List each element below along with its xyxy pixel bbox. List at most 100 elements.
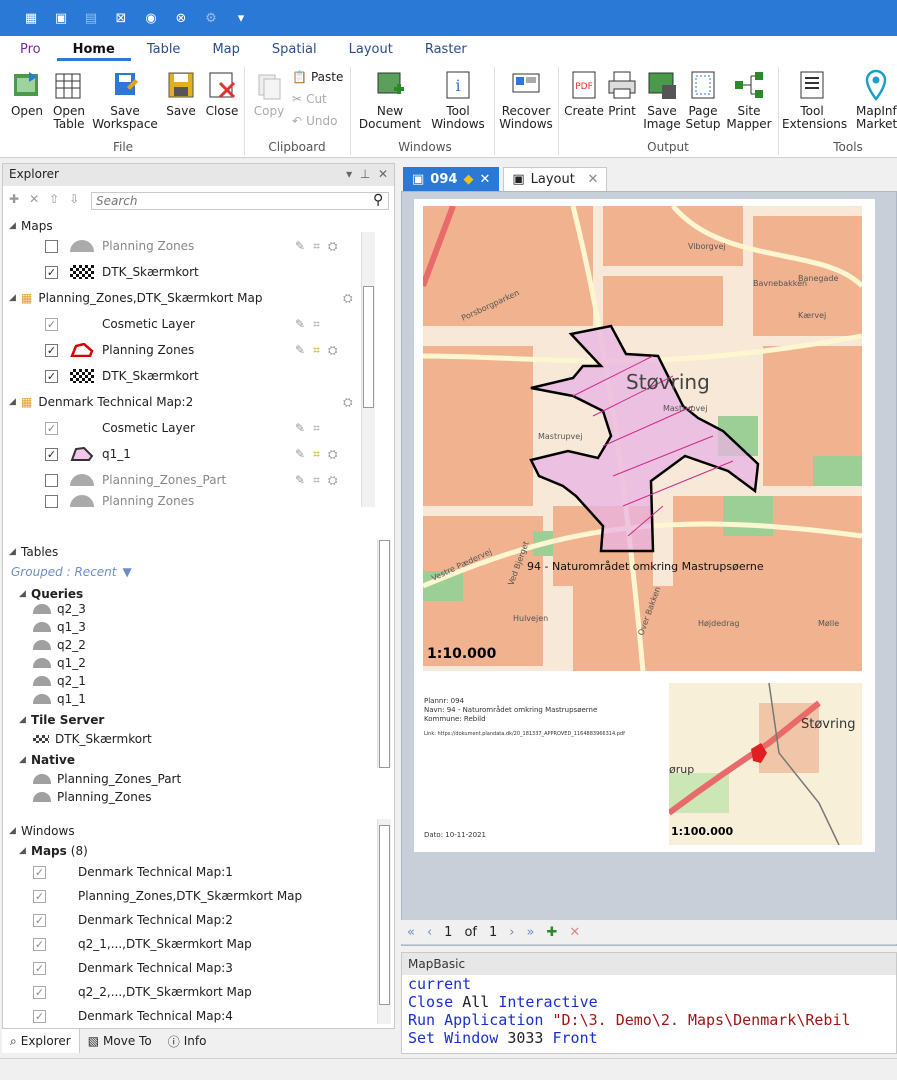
tab-layout[interactable]: ▣ Layout ✕ <box>503 167 608 191</box>
list-item[interactable]: Planning_Zones_Part <box>33 770 181 788</box>
list-item[interactable]: q1_2 <box>33 654 86 672</box>
open-button[interactable]: Open <box>8 69 46 118</box>
scrollbar-thumb[interactable] <box>379 540 390 768</box>
tab-094[interactable]: ▣ 094 ◆ ✕ <box>403 167 500 191</box>
save-button[interactable]: Save <box>164 69 198 118</box>
close-icon[interactable]: ✕ <box>378 167 388 181</box>
window-item[interactable]: ✓ Denmark Technical Map:1 <box>33 860 233 884</box>
mapbasic-editor[interactable]: current Close All Interactive Run Applicat… <box>402 975 896 1047</box>
next-page-icon[interactable]: › <box>509 925 514 940</box>
layer-checkbox[interactable]: ✓ <box>45 343 58 357</box>
layer-checkbox[interactable] <box>45 494 58 508</box>
select-icon[interactable]: ⌗ <box>313 447 320 462</box>
layer-row[interactable]: Planning Zones <box>45 494 194 508</box>
close-button[interactable]: Close <box>204 69 240 118</box>
tab-move-to[interactable]: ▧ Move To <box>80 1029 160 1053</box>
map-window-row[interactable]: ◢ ▦ Denmark Technical Map:2 <box>9 390 193 414</box>
layout-window[interactable]: Viborgvej Banegade Bavnebakken Kærvej Po… <box>401 191 897 946</box>
window-checkbox[interactable]: ✓ <box>33 865 46 879</box>
page-setup-button[interactable]: Page Setup <box>684 69 722 131</box>
save-image-button[interactable]: Save Image <box>642 69 682 131</box>
collapse-icon[interactable]: ◢ <box>9 547 21 557</box>
maps-scrollbar[interactable] <box>361 232 375 507</box>
window-checkbox[interactable]: ✓ <box>33 1009 46 1023</box>
select-icon[interactable]: ⌗ <box>313 343 320 358</box>
layer-checkbox[interactable]: ✓ <box>45 421 58 435</box>
list-item[interactable]: q2_3 <box>33 600 86 618</box>
close-table-icon[interactable]: ⊠ <box>110 7 132 29</box>
tables-scrollbar[interactable] <box>377 540 391 768</box>
map-window-row[interactable]: ◢ ▦ Planning_Zones,DTK_Skærmkort Map <box>9 286 263 310</box>
window-item[interactable]: ✓ Denmark Technical Map:4 <box>33 1004 233 1028</box>
copy-icon[interactable]: ▤ <box>80 7 102 29</box>
create-pdf-button[interactable]: PDF Create <box>564 69 604 118</box>
tool-windows-button[interactable]: i Tool Windows <box>428 69 488 131</box>
layer-checkbox[interactable]: ✓ <box>45 447 58 461</box>
edit-icon[interactable]: ✎ <box>295 473 305 488</box>
scrollbar-thumb[interactable] <box>363 286 374 408</box>
collapse-icon[interactable]: ◢ <box>19 755 31 765</box>
prev-page-icon[interactable]: ‹ <box>427 925 432 940</box>
edit-icon[interactable]: ✎ <box>295 343 305 358</box>
window-item[interactable]: ✓ q2_1,...,DTK_Skærmkort Map <box>33 932 252 956</box>
layer-checkbox[interactable] <box>45 473 58 487</box>
zoom-layer-icon[interactable]: ⛭ <box>343 291 353 306</box>
layer-row[interactable]: ✓ Cosmetic Layer <box>45 416 195 440</box>
select-icon[interactable]: ⌗ <box>313 473 320 488</box>
customize-dropdown-icon[interactable]: ▾ <box>230 7 252 29</box>
layer-checkbox[interactable]: ✓ <box>45 265 58 279</box>
inset-map-frame[interactable]: Støvring ørup 1:100.000 <box>669 683 862 845</box>
window-item[interactable]: ✓ Denmark Technical Map:3 <box>33 956 233 980</box>
tab-info[interactable]: ⓘ Info <box>160 1029 215 1053</box>
window-item[interactable]: ✓ Denmark Technical Map:2 <box>33 908 233 932</box>
layer-row[interactable]: ✓ Planning Zones <box>45 338 194 362</box>
window-checkbox[interactable]: ✓ <box>33 985 46 999</box>
main-map-frame[interactable]: Viborgvej Banegade Bavnebakken Kærvej Po… <box>423 206 862 671</box>
paste-button[interactable]: 📋 Paste <box>292 70 343 84</box>
tab-raster[interactable]: Raster <box>409 42 483 61</box>
layer-row[interactable]: Planning_Zones_Part <box>45 468 226 492</box>
select-icon[interactable]: ⌗ <box>313 317 320 332</box>
zoom-layer-icon[interactable]: ⛭ <box>328 473 338 488</box>
delete-page-icon[interactable]: ✕ <box>569 925 580 940</box>
zoom-layer-icon[interactable]: ⛭ <box>328 447 338 462</box>
collapse-icon[interactable]: ◢ <box>9 397 21 407</box>
select-icon[interactable]: ⌗ <box>313 239 320 254</box>
close-tab-icon[interactable]: ✕ <box>479 172 490 187</box>
list-item[interactable]: q2_1 <box>33 672 86 690</box>
page-number[interactable]: 1 <box>444 925 452 940</box>
print-button[interactable]: Print <box>606 69 638 118</box>
tab-table[interactable]: Table <box>131 42 197 61</box>
layer-checkbox[interactable]: ✓ <box>45 317 58 331</box>
save-workspace-button[interactable]: Save Workspace <box>92 69 158 131</box>
edit-icon[interactable]: ✎ <box>295 239 305 254</box>
search-icon[interactable]: ⚲ <box>373 192 383 208</box>
collapse-icon[interactable]: ◢ <box>19 715 31 725</box>
edit-icon[interactable]: ✎ <box>295 447 305 462</box>
tab-home[interactable]: Home <box>56 42 131 61</box>
new-document-button[interactable]: New Document <box>356 69 424 131</box>
layer-checkbox[interactable] <box>45 239 58 253</box>
last-page-icon[interactable]: » <box>526 925 534 940</box>
window-checkbox[interactable]: ✓ <box>33 913 46 927</box>
window-checkbox[interactable]: ✓ <box>33 889 46 903</box>
collapse-icon[interactable]: ◢ <box>9 293 21 303</box>
add-page-icon[interactable]: ✚ <box>546 925 557 940</box>
close-icon[interactable]: ⊗ <box>170 7 192 29</box>
layer-row[interactable]: Planning Zones <box>45 234 194 258</box>
native-header[interactable]: ◢ Native <box>19 750 75 770</box>
tab-pro[interactable]: Pro <box>0 42 57 61</box>
tab-explorer[interactable]: ⌕ Explorer <box>2 1029 80 1053</box>
list-item[interactable]: q1_3 <box>33 618 86 636</box>
list-item[interactable]: DTK_Skærmkort <box>33 730 152 748</box>
marketplace-button[interactable]: MapInfo Marketplace <box>844 69 897 131</box>
pin-icon[interactable]: ⊥ <box>360 167 370 181</box>
tab-map[interactable]: Map <box>196 42 255 61</box>
zoom-layer-icon[interactable]: ⛭ <box>328 239 338 254</box>
list-item[interactable]: q1_1 <box>33 690 86 708</box>
scrollbar-thumb[interactable] <box>379 825 390 1005</box>
windows-scrollbar[interactable] <box>377 819 391 1024</box>
grid-icon[interactable]: ▦ <box>20 7 42 29</box>
layer-row[interactable]: ✓ Cosmetic Layer <box>45 312 195 336</box>
remove-icon[interactable]: ✕ <box>29 192 39 206</box>
